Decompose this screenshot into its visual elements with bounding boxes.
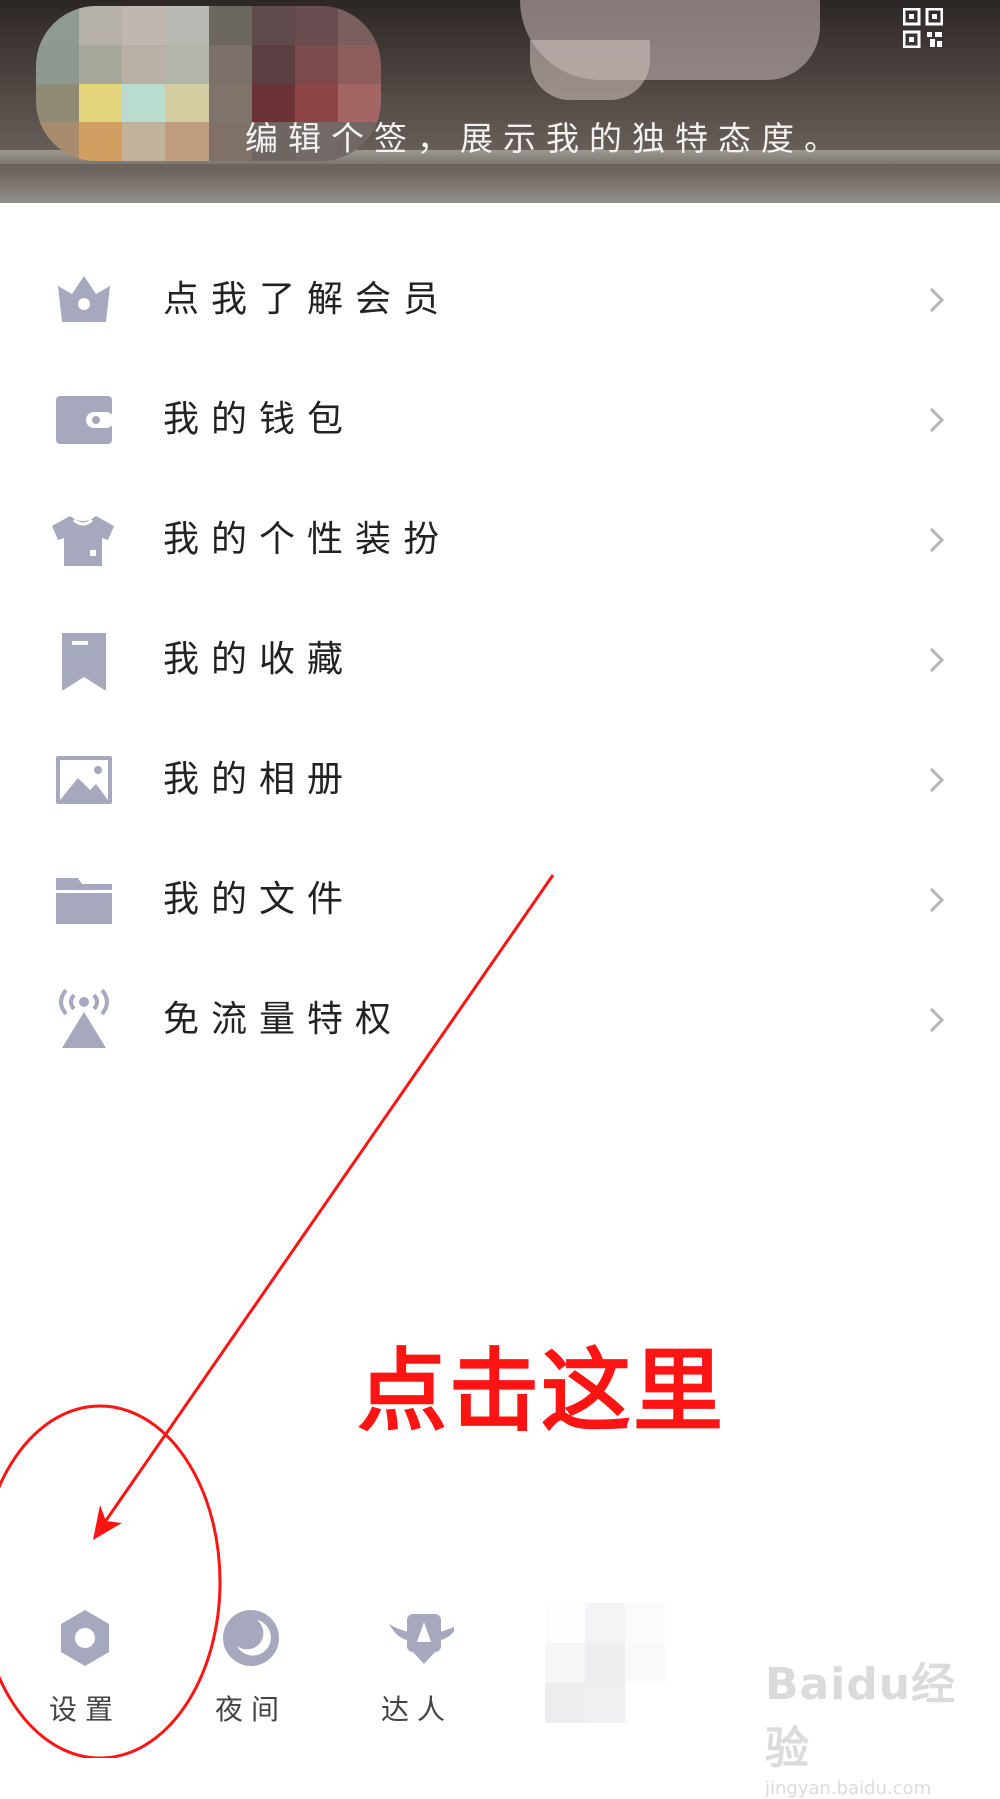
- baidu-watermark: Baidu经验 jingyan.baidu.com: [765, 1648, 965, 1799]
- menu-item-free-data[interactable]: 免流量特权: [0, 960, 1000, 1080]
- wallet-icon: [56, 396, 114, 444]
- menu-item-personal-style[interactable]: 我的个性装扮: [0, 480, 1000, 600]
- photo-icon: [56, 756, 112, 804]
- menu-item-wallet[interactable]: 我的钱包: [0, 360, 1000, 480]
- moon-icon: [223, 1610, 279, 1666]
- chevron-right-icon: [929, 647, 945, 673]
- profile-header: 编辑个签，展示我的独特态度。: [0, 0, 1000, 203]
- tab-label: 夜间: [214, 1693, 287, 1726]
- blurred-tab-icon[interactable]: [545, 1603, 665, 1723]
- menu-item-label: 点我了解会员: [163, 279, 452, 320]
- expert-icon: [389, 1614, 454, 1664]
- menu-item-label: 我的文件: [163, 879, 356, 920]
- chevron-right-icon: [929, 527, 945, 553]
- tab-label: 设置: [48, 1693, 121, 1726]
- chevron-right-icon: [929, 1007, 945, 1033]
- chevron-right-icon: [929, 887, 945, 913]
- watermark-logo: Baidu经验: [765, 1659, 957, 1774]
- header-background-shape: [530, 40, 650, 100]
- chevron-right-icon: [929, 407, 945, 433]
- tab-label: 达人: [380, 1693, 453, 1726]
- menu-item-label: 免流量特权: [163, 999, 404, 1040]
- folder-icon: [56, 878, 112, 924]
- menu-item-favorites[interactable]: 我的收藏: [0, 600, 1000, 720]
- menu-item-label: 我的收藏: [163, 639, 356, 680]
- tab-expert[interactable]: 达人: [362, 1608, 472, 1748]
- settings-icon: [61, 1610, 109, 1666]
- crown-icon: [58, 276, 110, 322]
- watermark-url: jingyan.baidu.com: [765, 1778, 932, 1799]
- signal-tower-icon: [59, 988, 109, 1048]
- annotation-text: 点击这里: [357, 1339, 725, 1444]
- tshirt-icon: [52, 516, 114, 566]
- menu-item-album[interactable]: 我的相册: [0, 720, 1000, 840]
- annotation-arrow-head: [93, 1505, 122, 1540]
- tab-settings[interactable]: 设置: [30, 1608, 140, 1748]
- tab-night-mode[interactable]: 夜间: [196, 1608, 306, 1748]
- qr-code-icon[interactable]: [903, 8, 943, 48]
- chevron-right-icon: [929, 287, 945, 313]
- bookmark-icon: [62, 633, 106, 690]
- header-fade: [0, 173, 1000, 203]
- menu-item-label: 我的相册: [163, 759, 356, 800]
- signature-text[interactable]: 编辑个签，展示我的独特态度。: [245, 112, 847, 160]
- menu-item-membership[interactable]: 点我了解会员: [0, 240, 1000, 360]
- menu-item-files[interactable]: 我的文件: [0, 840, 1000, 960]
- menu-item-label: 我的个性装扮: [163, 519, 452, 560]
- chevron-right-icon: [929, 767, 945, 793]
- menu-item-label: 我的钱包: [163, 399, 356, 440]
